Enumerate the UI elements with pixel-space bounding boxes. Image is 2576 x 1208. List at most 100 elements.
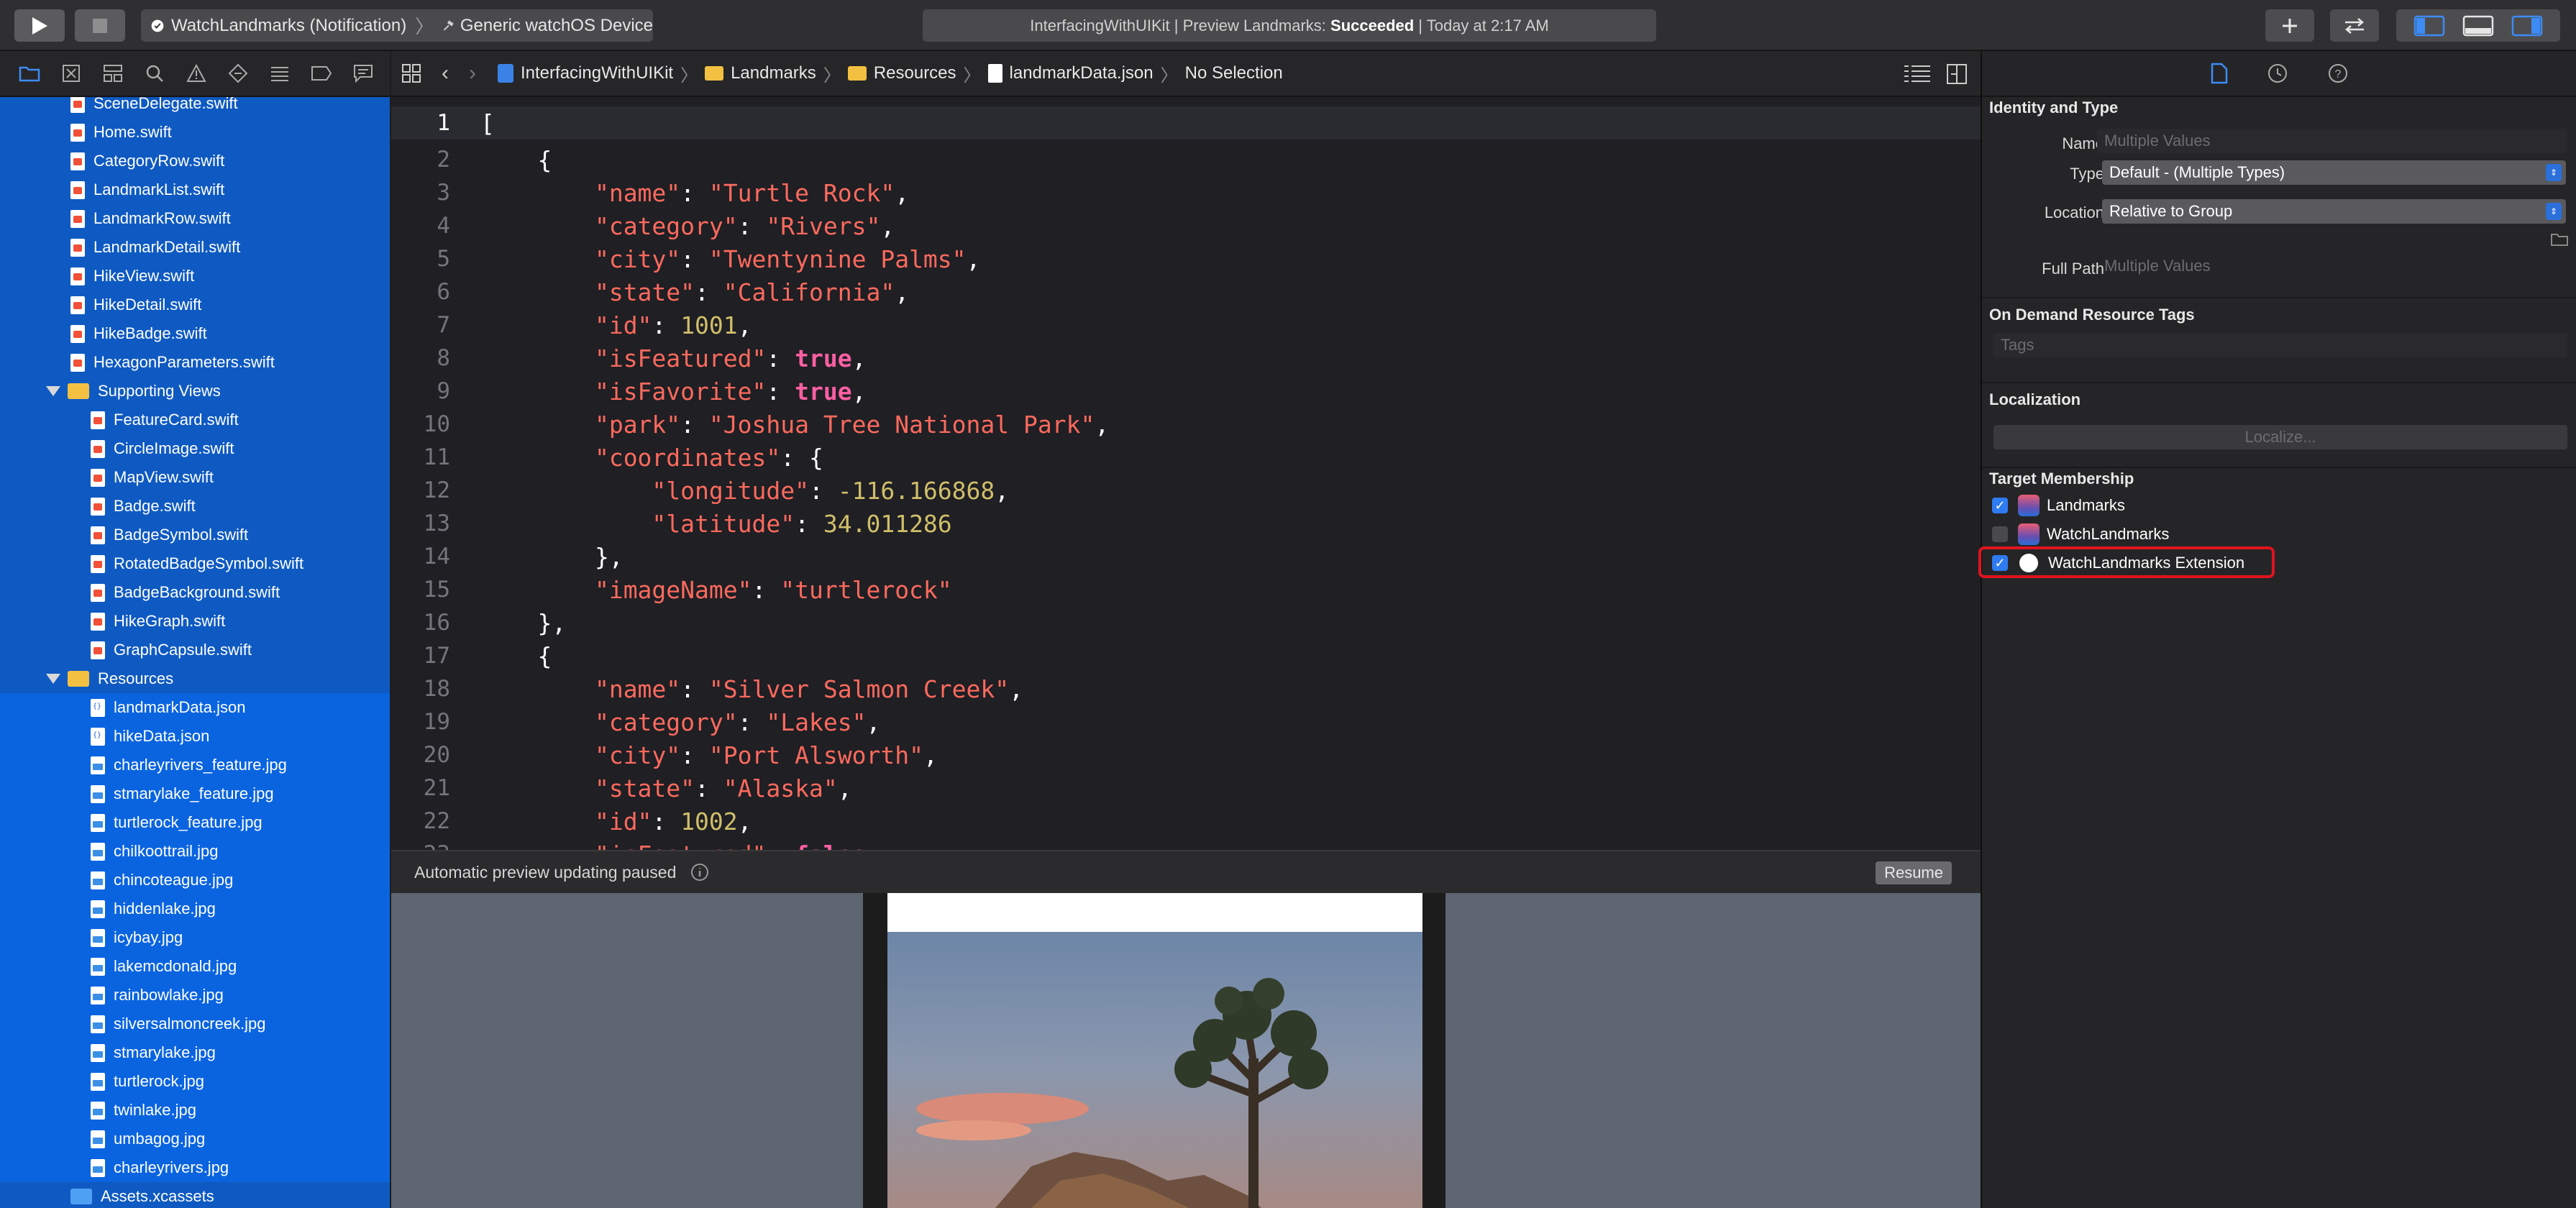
tab-project[interactable] [9, 59, 50, 88]
code-line[interactable]: 17 { [391, 639, 1981, 672]
help-icon[interactable]: ? [2327, 63, 2349, 84]
editor-options-icon[interactable] [1903, 64, 1932, 84]
code-line[interactable]: 7 "id": 1001, [391, 308, 1981, 342]
info-icon[interactable] [690, 863, 709, 882]
tree-file-row[interactable]: rainbowlake.jpg [0, 981, 390, 1010]
add-editor-icon[interactable] [1946, 63, 1968, 85]
tree-file-row[interactable]: GraphCapsule.swift [0, 636, 390, 664]
tree-file-row[interactable]: Home.swift [0, 118, 390, 147]
name-field[interactable]: Multiple Values [2097, 129, 2567, 153]
tree-file-row[interactable]: BadgeBackground.swift [0, 578, 390, 607]
library-button[interactable] [2265, 9, 2314, 42]
code-line[interactable]: 22 "id": 1002, [391, 805, 1981, 838]
code-line[interactable]: 14 }, [391, 540, 1981, 573]
code-review-button[interactable] [2330, 9, 2379, 42]
breadcrumb-group[interactable]: Landmarks [731, 63, 816, 83]
tree-file-row[interactable]: stmarylake_feature.jpg [0, 779, 390, 808]
tree-file-row[interactable]: HikeView.swift [0, 262, 390, 290]
tree-file-row[interactable]: FeatureCard.swift [0, 406, 390, 434]
tree-file-row[interactable]: RotatedBadgeSymbol.swift [0, 549, 390, 578]
breadcrumb-file[interactable]: landmarkData.json [1010, 63, 1154, 83]
target-checkbox[interactable] [1992, 526, 2008, 542]
tree-file-row[interactable]: charleyrivers.jpg [0, 1153, 390, 1182]
code-line[interactable]: 11 "coordinates": { [391, 441, 1981, 474]
breadcrumb-resources[interactable]: Resources [874, 63, 956, 83]
file-inspector-icon[interactable] [2211, 63, 2228, 84]
tab-source-control[interactable] [50, 59, 92, 88]
tab-reports[interactable] [342, 59, 384, 88]
breadcrumb-selection[interactable]: No Selection [1185, 63, 1283, 83]
tab-breakpoints[interactable] [301, 59, 342, 88]
disclosure-triangle-icon[interactable] [46, 386, 60, 396]
forward-button[interactable]: › [469, 61, 476, 86]
tree-file-row[interactable]: chincoteague.jpg [0, 866, 390, 894]
tree-file-row[interactable]: icybay.jpg [0, 923, 390, 952]
tree-file-row[interactable]: Assets.xcassets [0, 1182, 390, 1208]
tree-file-row[interactable]: LandmarkRow.swift [0, 204, 390, 233]
tree-file-row[interactable]: CategoryRow.swift [0, 147, 390, 175]
folder-icon[interactable] [2550, 232, 2569, 247]
scheme-selector[interactable]: WatchLandmarks (Notification) 〉 Generic … [141, 9, 653, 42]
tree-file-row[interactable]: chilkoottrail.jpg [0, 837, 390, 866]
tree-file-row[interactable]: HikeDetail.swift [0, 290, 390, 319]
resume-button[interactable]: Resume [1876, 861, 1952, 884]
tree-group-row[interactable]: Supporting Views [0, 377, 390, 406]
debug-area-icon[interactable] [2462, 15, 2494, 37]
tree-file-row[interactable]: CircleImage.swift [0, 434, 390, 463]
tree-file-row[interactable]: twinlake.jpg [0, 1096, 390, 1125]
breadcrumb-project[interactable]: InterfacingWithUIKit [521, 63, 673, 83]
code-line[interactable]: 12 "longitude": -116.166868, [391, 474, 1981, 507]
tab-symbols[interactable] [92, 59, 134, 88]
code-line[interactable]: 15 "imageName": "turtlerock" [391, 573, 1981, 606]
tree-file-row[interactable]: SceneDelegate.swift [0, 97, 390, 118]
code-line[interactable]: 9 "isFavorite": true, [391, 375, 1981, 408]
tree-file-row[interactable]: BadgeSymbol.swift [0, 521, 390, 549]
code-line[interactable]: 3 "name": "Turtle Rock", [391, 176, 1981, 209]
tree-file-row[interactable]: lakemcdonald.jpg [0, 952, 390, 981]
code-line[interactable]: 21 "state": "Alaska", [391, 772, 1981, 805]
code-line[interactable]: 10 "park": "Joshua Tree National Park", [391, 408, 1981, 441]
back-button[interactable]: ‹ [442, 61, 449, 86]
navigator-toggle-icon[interactable] [2413, 15, 2445, 37]
history-icon[interactable] [2267, 63, 2288, 84]
tree-file-row[interactable]: MapView.swift [0, 463, 390, 492]
tree-file-row[interactable]: stmarylake.jpg [0, 1038, 390, 1067]
tree-file-row[interactable]: landmarkData.json [0, 693, 390, 722]
tags-field[interactable]: Tags [1993, 333, 2567, 357]
tab-find[interactable] [134, 59, 175, 88]
target-checkbox[interactable]: ✓ [1992, 498, 2008, 513]
code-line[interactable]: 20 "city": "Port Alsworth", [391, 738, 1981, 772]
code-line[interactable]: 4 "category": "Rivers", [391, 209, 1981, 242]
code-line[interactable]: 2 { [391, 143, 1981, 176]
tree-file-row[interactable]: HexagonParameters.swift [0, 348, 390, 377]
inspector-toggle-icon[interactable] [2511, 15, 2543, 37]
tree-file-row[interactable]: hiddenlake.jpg [0, 894, 390, 923]
tree-file-row[interactable]: Badge.swift [0, 492, 390, 521]
code-line[interactable]: 1[ [391, 106, 1981, 139]
type-popup[interactable]: Default - (Multiple Types) ⇕ [2102, 160, 2566, 185]
code-line[interactable]: 13 "latitude": 34.011286 [391, 507, 1981, 540]
source-editor[interactable]: 1[ 2 {3 "name": "Turtle Rock", 4 "category… [391, 97, 1981, 850]
code-line[interactable]: 8 "isFeatured": true, [391, 342, 1981, 375]
tree-file-row[interactable]: silversalmoncreek.jpg [0, 1010, 390, 1038]
tab-debug[interactable] [259, 59, 301, 88]
tab-issues[interactable] [175, 59, 217, 88]
tree-file-row[interactable]: HikeGraph.swift [0, 607, 390, 636]
tab-tests[interactable] [217, 59, 259, 88]
related-items-icon[interactable] [401, 63, 421, 83]
tree-file-row[interactable]: HikeBadge.swift [0, 319, 390, 348]
stop-button[interactable] [75, 9, 125, 42]
tree-file-row[interactable]: umbagog.jpg [0, 1125, 390, 1153]
tree-file-row[interactable]: hikeData.json [0, 722, 390, 751]
disclosure-triangle-icon[interactable] [46, 674, 60, 684]
code-line[interactable]: 18 "name": "Silver Salmon Creek", [391, 672, 1981, 705]
code-line[interactable]: 23 "isFeatured": false, [391, 838, 1981, 851]
code-line[interactable]: 16 }, [391, 606, 1981, 639]
localize-button[interactable]: Localize... [1993, 425, 2567, 449]
tree-file-row[interactable]: turtlerock_feature.jpg [0, 808, 390, 837]
tree-file-row[interactable]: LandmarkList.swift [0, 175, 390, 204]
tree-file-row[interactable]: turtlerock.jpg [0, 1067, 390, 1096]
tree-file-row[interactable]: charleyrivers_feature.jpg [0, 751, 390, 779]
tree-file-row[interactable]: LandmarkDetail.swift [0, 233, 390, 262]
location-popup[interactable]: Relative to Group ⇕ [2102, 199, 2566, 224]
